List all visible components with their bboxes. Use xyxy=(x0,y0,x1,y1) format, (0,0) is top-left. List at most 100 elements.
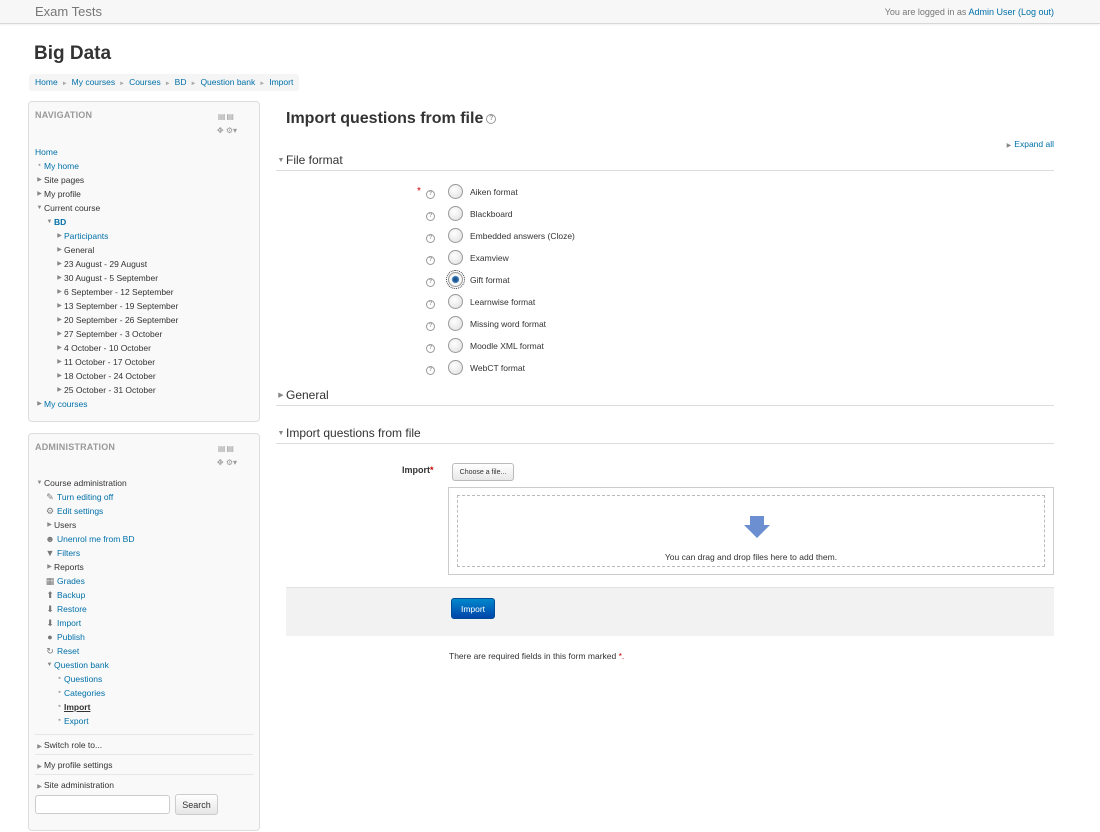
choose-file-button[interactable]: Choose a file... xyxy=(452,463,514,481)
nav-item-6-september-12-september[interactable]: ▶ 6 September - 12 September xyxy=(35,284,253,298)
nav-item-18-october-24-october[interactable]: ▶ 18 October - 24 October xyxy=(35,368,253,382)
import-submit-button[interactable]: Import xyxy=(451,598,495,619)
admin-item-publish[interactable]: ● Publish xyxy=(35,629,253,643)
format-option-moodle-xml-format[interactable]: ? Moodle XML format xyxy=(400,337,700,355)
admin-item-import[interactable]: ▪ Import xyxy=(35,699,253,713)
nav-item-25-october-31-october[interactable]: ▶ 25 October - 31 October xyxy=(35,382,253,396)
format-radio-label[interactable]: Moodle XML format xyxy=(470,341,544,351)
help-icon[interactable]: ? xyxy=(426,212,435,221)
breadcrumb-question-bank[interactable]: Question bank xyxy=(200,77,255,87)
nav-item-30-august-5-september[interactable]: ▶ 30 August - 5 September xyxy=(35,270,253,284)
expand-all-link[interactable]: ▶ Expand all xyxy=(1007,139,1054,149)
nav-item-participants[interactable]: ▶ Participants xyxy=(35,228,253,242)
nav-item-23-august-29-august[interactable]: ▶ 23 August - 29 August xyxy=(35,256,253,270)
format-option-learnwise-format[interactable]: ? Learnwise format xyxy=(400,293,700,311)
format-radio[interactable] xyxy=(448,360,463,375)
admin-item-export[interactable]: ▪ Export xyxy=(35,713,253,727)
nav-item-11-october-17-october[interactable]: ▶ 11 October - 17 October xyxy=(35,354,253,368)
gear-menu-icon[interactable]: ⚙▾ xyxy=(226,126,237,135)
format-option-missing-word-format[interactable]: ? Missing word format xyxy=(400,315,700,333)
help-icon[interactable]: ? xyxy=(426,300,435,309)
move-icon[interactable]: ✥ xyxy=(217,126,224,135)
general-section-header[interactable]: ▶ General xyxy=(276,388,1054,406)
nav-item-general[interactable]: ▶ General xyxy=(35,242,253,256)
admin-item-reset[interactable]: ↻ Reset xyxy=(35,643,253,657)
nav-item-27-september-3-october[interactable]: ▶ 27 September - 3 October xyxy=(35,326,253,340)
file-format-section-header[interactable]: ▼ File format xyxy=(276,153,1054,171)
admin-item-users[interactable]: ▶ Users xyxy=(35,517,253,531)
site-administration-section[interactable]: ▶ Site administration xyxy=(35,774,253,794)
import-file-section-header[interactable]: ▼ Import questions from file xyxy=(276,426,1054,444)
nav-item-current-course[interactable]: ▼ Current course xyxy=(35,200,253,214)
help-icon[interactable]: ? xyxy=(426,366,435,375)
format-radio-label[interactable]: Aiken format xyxy=(470,187,518,197)
breadcrumb-home[interactable]: Home xyxy=(35,77,58,87)
admin-item-turn-editing-off[interactable]: ✎ Turn editing off xyxy=(35,489,253,503)
breadcrumb-courses[interactable]: Courses xyxy=(129,77,161,87)
admin-item-unenrol-me-from-bd[interactable]: ☻ Unenrol me from BD xyxy=(35,531,253,545)
format-option-webct-format[interactable]: ? WebCT format xyxy=(400,359,700,377)
nav-item-bd[interactable]: ▼ BD xyxy=(35,214,253,228)
help-icon[interactable]: ? xyxy=(426,234,435,243)
admin-item-grades[interactable]: ▦ Grades xyxy=(35,573,253,587)
admin-item-restore[interactable]: ⬇ Restore xyxy=(35,601,253,615)
help-icon[interactable]: ? xyxy=(426,190,435,199)
admin-item-questions[interactable]: ▪ Questions xyxy=(35,671,253,685)
nav-item-my-home[interactable]: ▪ My home xyxy=(35,158,253,172)
nav-item-13-september-19-september[interactable]: ▶ 13 September - 19 September xyxy=(35,298,253,312)
my-profile-settings-section[interactable]: ▶ My profile settings xyxy=(35,754,253,774)
breadcrumb-my-courses[interactable]: My courses xyxy=(72,77,115,87)
format-radio[interactable] xyxy=(448,228,463,243)
nav-item-4-october-10-october[interactable]: ▶ 4 October - 10 October xyxy=(35,340,253,354)
admin-item-backup[interactable]: ⬆ Backup xyxy=(35,587,253,601)
format-radio[interactable] xyxy=(446,270,465,289)
format-radio-label[interactable]: Learnwise format xyxy=(470,297,535,307)
format-radio-label[interactable]: Blackboard xyxy=(470,209,513,219)
nav-item-site-pages[interactable]: ▶ Site pages xyxy=(35,172,253,186)
help-icon[interactable]: ? xyxy=(426,256,435,265)
format-radio[interactable] xyxy=(448,338,463,353)
dock-block-icon[interactable]: ▤▤ xyxy=(218,444,235,453)
admin-search-button[interactable]: Search xyxy=(175,794,218,815)
admin-item-edit-settings[interactable]: ⚙ Edit settings xyxy=(35,503,253,517)
format-radio-label[interactable]: Missing word format xyxy=(470,319,546,329)
format-radio[interactable] xyxy=(448,206,463,221)
admin-item-reports[interactable]: ▶ Reports xyxy=(35,559,253,573)
admin-search-input[interactable] xyxy=(35,795,170,814)
format-option-blackboard[interactable]: ? Blackboard xyxy=(400,205,700,223)
help-icon[interactable]: ? xyxy=(426,322,435,331)
help-icon[interactable]: ? xyxy=(486,113,497,124)
admin-item-categories[interactable]: ▪ Categories xyxy=(35,685,253,699)
user-name-link[interactable]: Admin User xyxy=(968,7,1015,17)
format-option-gift-format[interactable]: ? Gift format xyxy=(400,270,700,289)
nav-item-20-september-26-september[interactable]: ▶ 20 September - 26 September xyxy=(35,312,253,326)
move-icon[interactable]: ✥ xyxy=(217,458,224,467)
dock-block-icon[interactable]: ▤▤ xyxy=(218,112,235,121)
format-radio[interactable] xyxy=(448,316,463,331)
breadcrumb-bd[interactable]: BD xyxy=(175,77,187,87)
format-option-examview[interactable]: ? Examview xyxy=(400,249,700,267)
help-icon[interactable]: ? xyxy=(426,278,435,287)
format-radio-label[interactable]: Gift format xyxy=(470,275,510,285)
format-radio[interactable] xyxy=(448,294,463,309)
admin-item-filters[interactable]: ▼ Filters xyxy=(35,545,253,559)
nav-item-my-courses[interactable]: ▶ My courses xyxy=(35,396,253,410)
logout-link[interactable]: (Log out) xyxy=(1018,7,1054,17)
format-radio[interactable] xyxy=(448,250,463,265)
format-radio-label[interactable]: Examview xyxy=(470,253,509,263)
breadcrumb-import[interactable]: Import xyxy=(269,77,293,87)
site-brand-link[interactable]: Exam Tests xyxy=(35,4,102,19)
format-radio[interactable] xyxy=(448,184,463,199)
gear-menu-icon[interactable]: ⚙▾ xyxy=(226,458,237,467)
switch-role-section[interactable]: ▶ Switch role to... xyxy=(35,734,253,754)
format-radio-label[interactable]: Embedded answers (Cloze) xyxy=(470,231,575,241)
format-radio-label[interactable]: WebCT format xyxy=(470,363,525,373)
format-option-aiken-format[interactable]: *? Aiken format xyxy=(400,183,700,201)
admin-item-import[interactable]: ⬇ Import xyxy=(35,615,253,629)
admin-item-course-administration[interactable]: ▼ Course administration xyxy=(35,475,253,489)
file-drop-zone[interactable]: You can drag and drop files here to add … xyxy=(448,487,1054,575)
nav-item-my-profile[interactable]: ▶ My profile xyxy=(35,186,253,200)
help-icon[interactable]: ? xyxy=(426,344,435,353)
admin-item-question-bank[interactable]: ▼ Question bank xyxy=(35,657,253,671)
nav-item-home[interactable]: Home xyxy=(35,144,253,158)
